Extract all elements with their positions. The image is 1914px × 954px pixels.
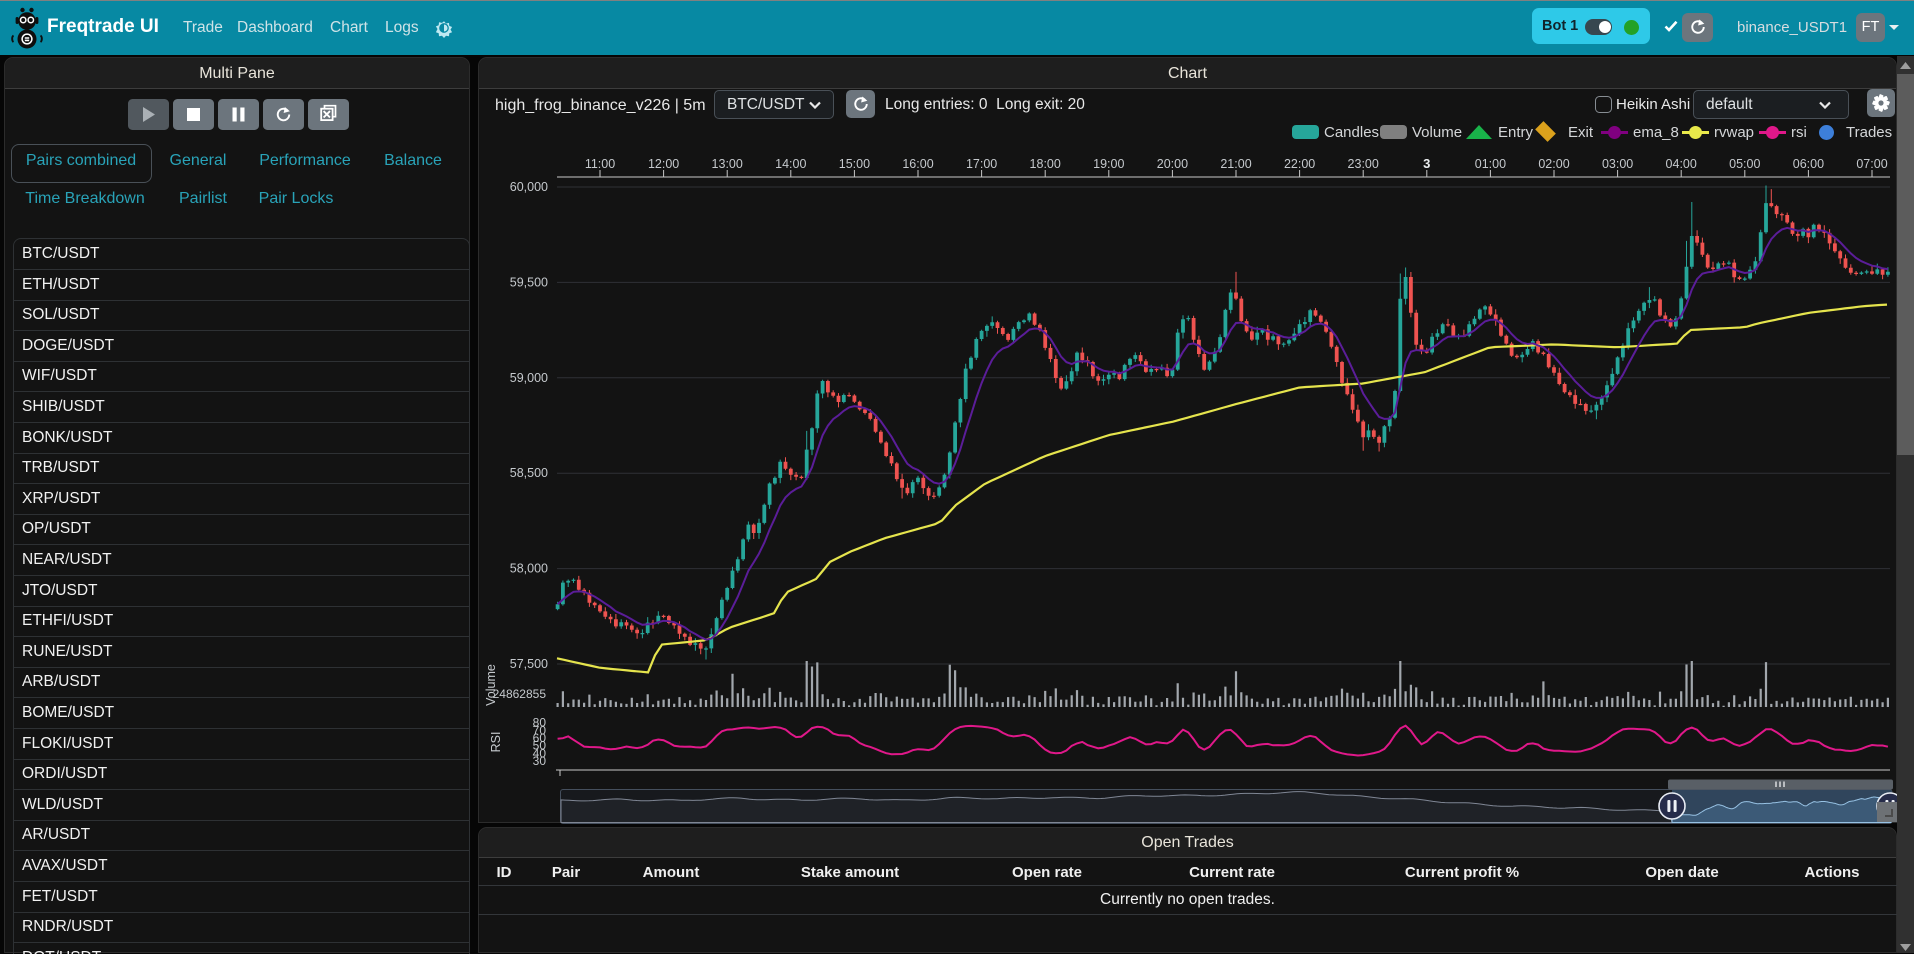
svg-text:60,000: 60,000 — [510, 180, 548, 194]
svg-text:59,000: 59,000 — [510, 371, 548, 385]
svg-text:19:00: 19:00 — [1093, 157, 1124, 171]
svg-text:57,500: 57,500 — [510, 657, 548, 671]
svg-text:21:00: 21:00 — [1220, 157, 1251, 171]
svg-text:30: 30 — [533, 754, 547, 768]
svg-text:13:00: 13:00 — [712, 157, 743, 171]
svg-text:06:00: 06:00 — [1793, 157, 1824, 171]
svg-text:16:00: 16:00 — [902, 157, 933, 171]
svg-text:05:00: 05:00 — [1729, 157, 1760, 171]
svg-text:03:00: 03:00 — [1602, 157, 1633, 171]
svg-text:01:00: 01:00 — [1475, 157, 1506, 171]
svg-text:Volume: Volume — [484, 664, 498, 706]
svg-text:58,500: 58,500 — [510, 466, 548, 480]
svg-text:23:00: 23:00 — [1348, 157, 1379, 171]
svg-text:15:00: 15:00 — [839, 157, 870, 171]
svg-text:17:00: 17:00 — [966, 157, 997, 171]
svg-text:02:00: 02:00 — [1538, 157, 1569, 171]
svg-text:24862855: 24862855 — [493, 687, 547, 701]
svg-text:04:00: 04:00 — [1666, 157, 1697, 171]
svg-text:58,000: 58,000 — [510, 562, 548, 576]
svg-text:22:00: 22:00 — [1284, 157, 1315, 171]
svg-text:12:00: 12:00 — [648, 157, 679, 171]
svg-text:3: 3 — [1423, 156, 1430, 171]
svg-text:11:00: 11:00 — [585, 157, 615, 171]
svg-text:RSI: RSI — [489, 732, 503, 753]
svg-text:18:00: 18:00 — [1030, 157, 1061, 171]
svg-text:07:00: 07:00 — [1856, 157, 1887, 171]
svg-text:14:00: 14:00 — [775, 157, 806, 171]
svg-text:59,500: 59,500 — [510, 275, 548, 289]
svg-text:20:00: 20:00 — [1157, 157, 1188, 171]
